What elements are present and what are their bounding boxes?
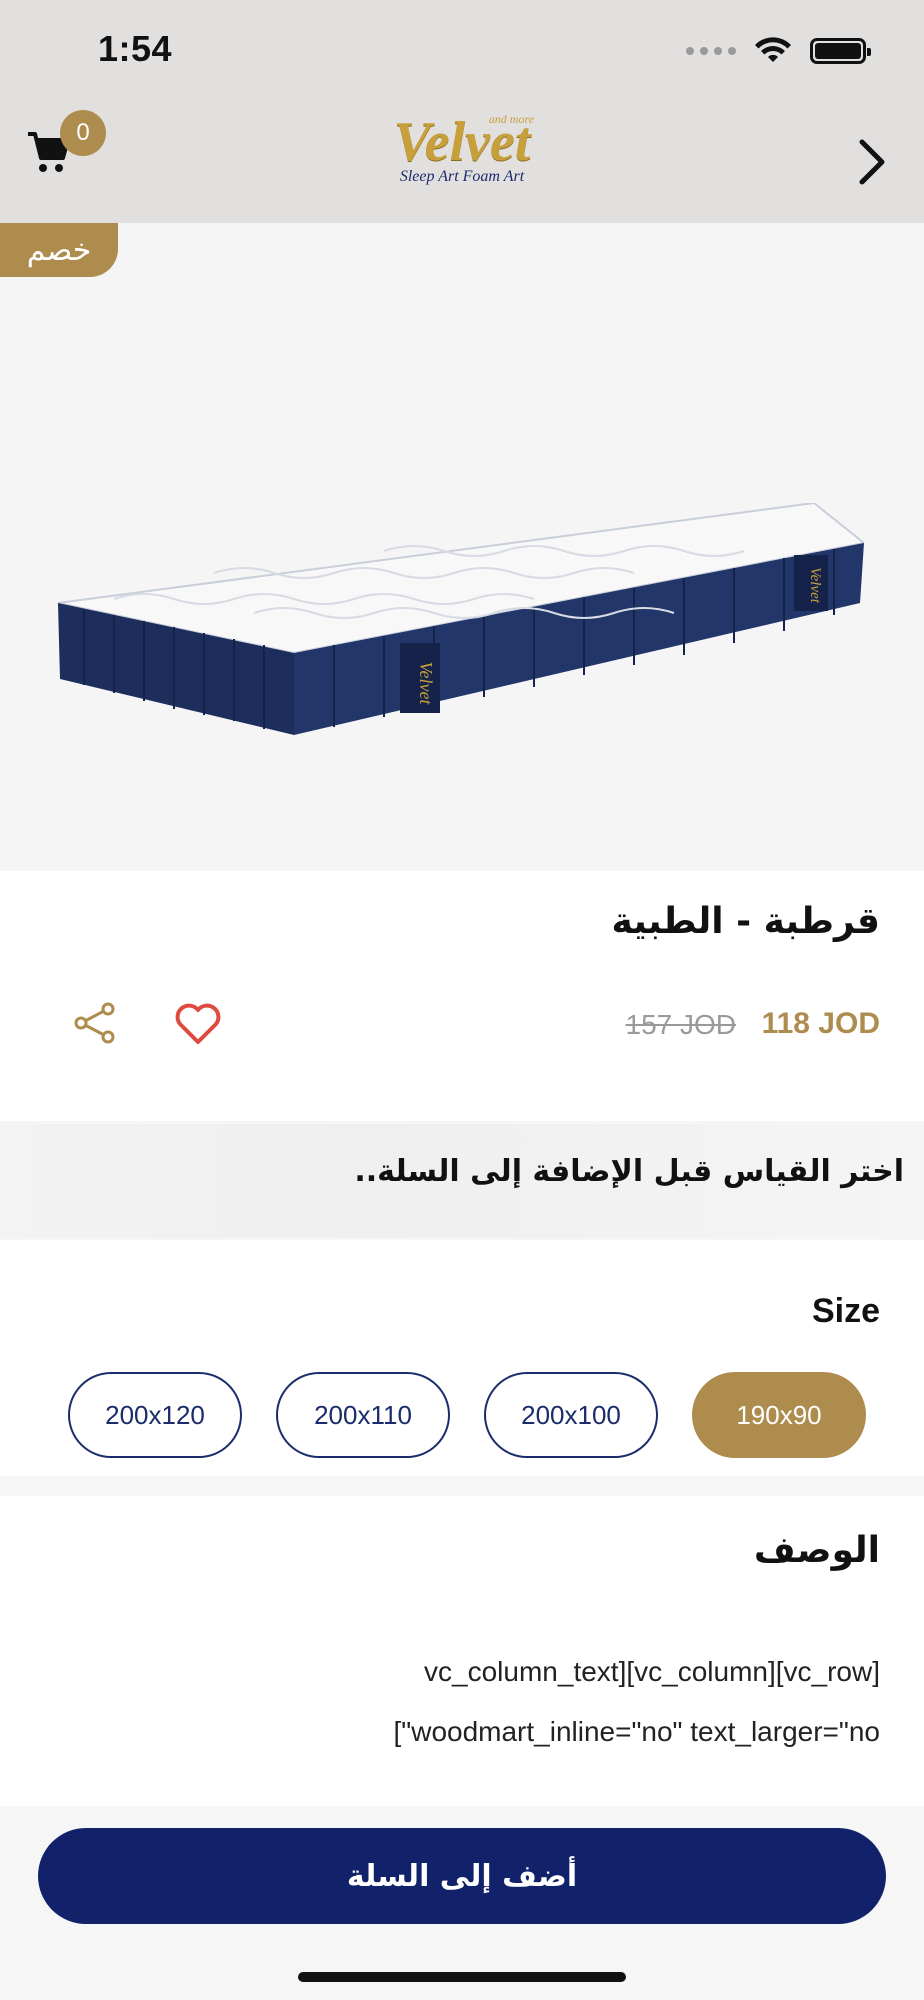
current-price: 118 JOD	[761, 1007, 880, 1040]
product-title: قرطبة - الطبية	[611, 901, 880, 942]
product-info-card: قرطبة - الطبية 118 JOD 157 JOD	[0, 871, 924, 1121]
description-section: الوصف vc_column_text][vc_column][vc_row]…	[0, 1496, 924, 1806]
size-option-200x100[interactable]: 200x100	[484, 1372, 658, 1458]
chevron-right-icon[interactable]	[852, 134, 892, 190]
status-icons	[686, 36, 871, 66]
svg-text:Velvet: Velvet	[416, 662, 436, 706]
description-line: ["woodmart_inline="no" text_larger="no	[393, 1716, 881, 1747]
battery-icon	[810, 38, 871, 64]
size-notice-text: اختر القياس قبل الإضافة إلى السلة..	[354, 1154, 904, 1189]
wifi-icon	[755, 37, 791, 62]
favorite-heart-icon[interactable]	[172, 998, 224, 1050]
share-icon[interactable]	[72, 1000, 118, 1046]
size-notice-banner: اختر القياس قبل الإضافة إلى السلة..	[0, 1124, 924, 1238]
status-time: 1:54	[98, 28, 173, 69]
logo-tagline-top: and more	[488, 112, 534, 126]
size-option-200x110[interactable]: 200x110	[276, 1372, 450, 1458]
discount-badge: خصم	[0, 223, 118, 277]
product-image-mattress: Velvet Velvet	[57, 503, 864, 735]
app-header: 1:54 0 and more Velvet Sleep Art Foam Ar…	[0, 0, 924, 223]
product-image-area: خصم Velvet Velvet	[0, 223, 924, 869]
description-title: الوصف	[753, 1530, 880, 1571]
size-option-190x90[interactable]: 190x90	[692, 1372, 866, 1458]
description-line: vc_column_text][vc_column][vc_row]	[424, 1656, 880, 1687]
size-option-200x120[interactable]: 200x120	[68, 1372, 242, 1458]
size-label: Size	[811, 1292, 880, 1330]
add-to-cart-button[interactable]: أضف إلى السلة	[38, 1828, 886, 1924]
size-options: 200x120 200x110 200x100 190x90	[68, 1372, 866, 1458]
brand-logo: and more Velvet Sleep Art Foam Art	[372, 110, 552, 210]
original-price: 157 JOD	[625, 1009, 737, 1040]
cellular-icon	[686, 47, 736, 55]
home-indicator	[298, 1972, 626, 1982]
size-selector: Size 200x120 200x110 200x100 190x90	[0, 1240, 924, 1476]
svg-text:Velvet: Velvet	[807, 567, 823, 604]
cart-count-badge[interactable]: 0	[60, 110, 106, 156]
